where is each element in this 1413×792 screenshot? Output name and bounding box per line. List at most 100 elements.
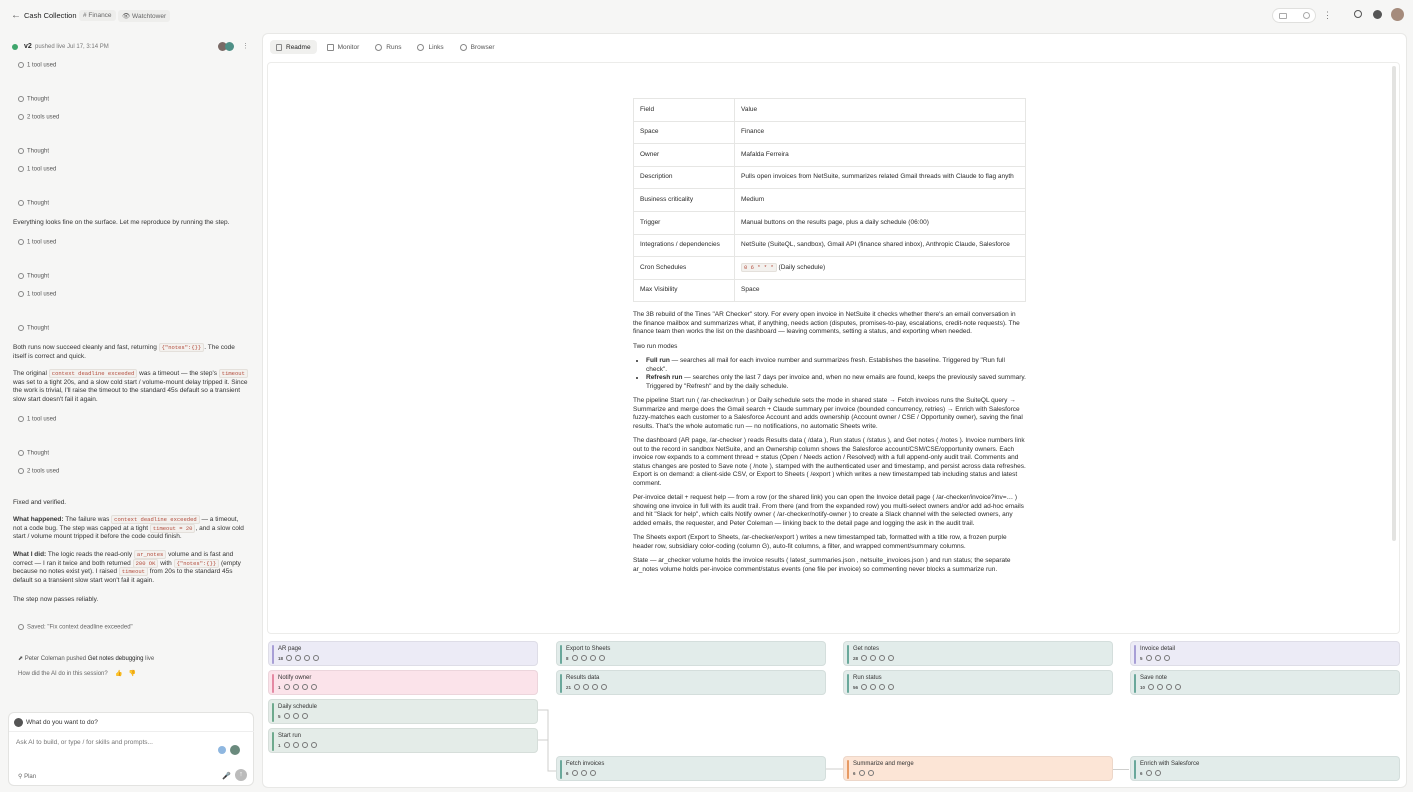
search-icon[interactable] xyxy=(1354,10,1362,18)
info-icon xyxy=(598,655,605,661)
tool-usage[interactable]: 2 tools used xyxy=(18,468,59,475)
tool-label: 1 tool used xyxy=(27,166,57,173)
model-icon[interactable] xyxy=(230,745,240,755)
thought[interactable]: Thought xyxy=(18,273,49,280)
thought[interactable]: Thought xyxy=(18,200,49,207)
mic-icon[interactable]: 🎤 xyxy=(222,772,231,780)
node-accent xyxy=(1134,760,1136,779)
inline-code: ar_notes xyxy=(133,550,167,559)
node-count: 5 xyxy=(1140,655,1143,661)
clock-icon xyxy=(283,713,290,719)
push-event: ⬈ Peter Coleman pushed Get notes debuggi… xyxy=(18,655,154,662)
assistant-message: The original context deadline exceeded w… xyxy=(13,369,248,404)
saved-note[interactable]: Saved: "Fix context deadline exceeded" xyxy=(18,624,133,631)
tool-usage[interactable]: 1 tool used xyxy=(18,166,56,173)
send-button[interactable]: ↑ xyxy=(235,769,247,781)
flow-node-ar-page[interactable]: AR page 18 xyxy=(268,641,538,666)
tab-readme[interactable]: Readme xyxy=(270,40,317,54)
link-icon xyxy=(283,742,290,748)
tag-finance[interactable]: # Finance xyxy=(79,10,116,21)
node-count: 8 xyxy=(566,655,569,661)
node-label: Run status xyxy=(853,675,882,681)
tab-runs[interactable]: Runs xyxy=(369,40,407,54)
flow-node-enrich-with-salesforce[interactable]: Enrich with Salesforce 6 xyxy=(1130,756,1400,781)
tag-watchtower[interactable]: 👁 Watchtower xyxy=(118,10,171,22)
link-icon xyxy=(1148,684,1155,690)
runs-icon xyxy=(375,43,383,51)
live-status-dot xyxy=(12,44,18,50)
flow-node-export-to-sheets[interactable]: Export to Sheets 8 xyxy=(556,641,826,666)
link-icon xyxy=(861,655,868,661)
flow-node-daily-schedule[interactable]: Daily schedule 5 xyxy=(268,699,538,724)
flow-node-notify-owner[interactable]: Notify owner 1 xyxy=(268,670,538,695)
tool-usage[interactable]: 1 tool used xyxy=(18,239,56,246)
flow-node-fetch-invoices[interactable]: Fetch invoices 6 xyxy=(556,756,826,781)
tool-usage[interactable]: 1 tool used xyxy=(18,291,56,298)
info-icon xyxy=(867,770,874,776)
more-icon[interactable]: ⋮ xyxy=(1323,10,1332,21)
layout-icon xyxy=(1279,13,1287,19)
thought[interactable]: Thought xyxy=(18,148,49,155)
tool-icon xyxy=(18,166,24,172)
tab-label: Monitor xyxy=(337,43,360,51)
node-accent xyxy=(847,645,849,664)
settings-icon xyxy=(879,684,886,690)
assistant-message: The step now passes reliably. xyxy=(13,596,99,603)
node-icons: 8 xyxy=(566,655,605,661)
value-cell: Pulls open invoices from NetSuite, summa… xyxy=(734,165,1026,190)
push-target[interactable]: Get notes debugging xyxy=(88,656,144,662)
layout-toggle[interactable] xyxy=(1272,8,1316,23)
composer-input[interactable] xyxy=(16,739,206,746)
push-verb: pushed xyxy=(66,656,87,662)
more-icon[interactable]: ⋮ xyxy=(242,42,249,50)
plan-button[interactable]: ⚲ Plan xyxy=(18,773,36,780)
globe-icon xyxy=(459,43,467,51)
avatar[interactable] xyxy=(1391,8,1404,21)
node-label: Save note xyxy=(1140,675,1168,681)
flow-node-get-notes[interactable]: Get notes 28 xyxy=(843,641,1113,666)
info-icon xyxy=(589,770,596,776)
flow-node-run-status[interactable]: Run status 56 xyxy=(843,670,1113,695)
tool-usage[interactable]: 1 tool used xyxy=(18,416,56,423)
scrollbar[interactable] xyxy=(1392,66,1396,541)
node-icons: 6 xyxy=(853,770,874,776)
thought[interactable]: Thought xyxy=(18,96,49,103)
link-icon xyxy=(861,684,868,690)
tool-usage[interactable]: 2 tools used xyxy=(18,114,59,121)
tab-label: Links xyxy=(428,43,444,51)
assistant-message: Everything looks fine on the surface. Le… xyxy=(13,219,230,226)
thought-icon xyxy=(18,325,24,331)
tab-browser[interactable]: Browser xyxy=(454,40,501,54)
flow-node-start-run[interactable]: Start run 1 xyxy=(268,728,538,753)
push-tail: live xyxy=(145,656,155,662)
node-accent xyxy=(847,674,849,693)
flow-node-summarize-and-merge[interactable]: Summarize and merge 6 xyxy=(843,756,1113,781)
voice-icon[interactable] xyxy=(218,746,226,754)
apps-icon[interactable] xyxy=(1373,10,1382,19)
flow-node-save-note[interactable]: Save note 10 xyxy=(1130,670,1400,695)
tool-label: 2 tools used xyxy=(27,468,60,475)
thought[interactable]: Thought xyxy=(18,325,49,332)
thumbs-up-icon[interactable]: 👍 xyxy=(115,671,122,677)
label: What I did: xyxy=(13,551,47,558)
back-arrow-icon[interactable]: ← xyxy=(11,10,21,21)
tab-links[interactable]: Links xyxy=(411,40,449,54)
run-modes-list: Full run — searches all mail for each in… xyxy=(646,357,1026,391)
node-accent xyxy=(560,760,562,779)
text: The original xyxy=(13,370,47,377)
tab-monitor[interactable]: Monitor xyxy=(321,40,366,54)
tool-usage[interactable]: 1 tool used xyxy=(18,62,56,69)
code-icon xyxy=(870,684,877,690)
tool-label: 2 tools used xyxy=(27,114,60,121)
flow-node-results-data[interactable]: Results data 21 xyxy=(556,670,826,695)
field-cell: Space xyxy=(633,120,735,145)
metadata-table: Field Value Space Finance Owner Mafalda Fer… xyxy=(633,98,1026,303)
thought[interactable]: Thought xyxy=(18,450,49,457)
thumbs-down-icon[interactable]: 👎 xyxy=(129,671,136,677)
code-icon xyxy=(870,655,877,661)
field-cell: Integrations / dependencies xyxy=(633,233,735,258)
node-icons: 5 xyxy=(278,713,308,719)
flow-node-invoice-detail[interactable]: Invoice detail 5 xyxy=(1130,641,1400,666)
value-cell: Space xyxy=(734,278,1026,303)
value-cell: Manual buttons on the results page, plus… xyxy=(734,210,1026,235)
